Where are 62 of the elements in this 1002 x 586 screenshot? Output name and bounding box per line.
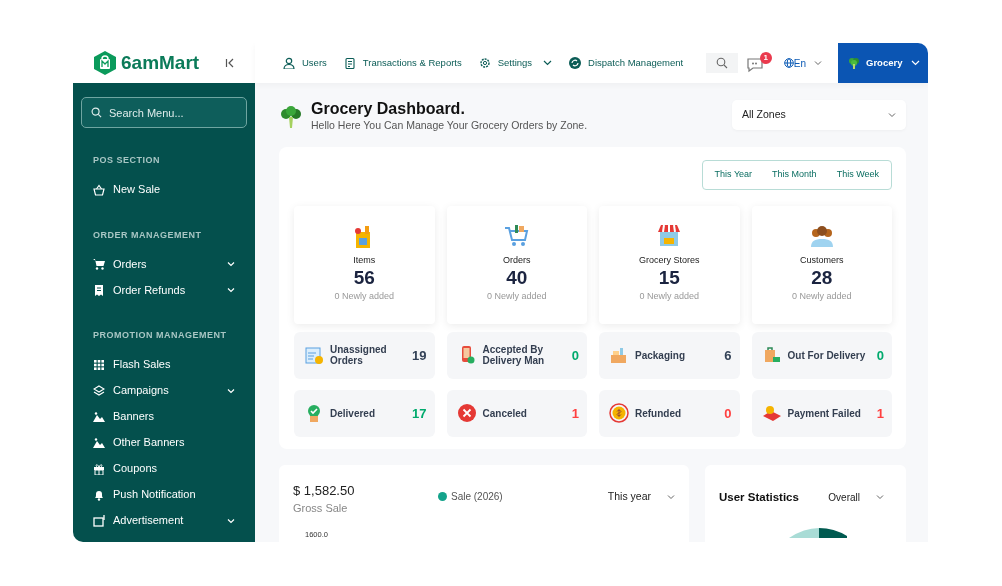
sidebar-item[interactable]: Campaigns [81,377,247,404]
status-count: 0 [571,346,579,365]
status-label: Canceled [482,407,528,420]
period-tab[interactable]: This Month [762,163,827,187]
notification-badge: 1 [759,52,772,64]
card-label: Items [353,253,376,267]
card-note: 0 Newly added [486,290,547,304]
period-select[interactable]: This year [607,488,675,505]
status-label: Unassigned Orders [330,343,388,367]
sidebar-item[interactable]: Coupons [81,455,247,482]
sidebar-item[interactable]: Other Banners [81,429,247,456]
nav-link[interactable]: Users [283,55,327,71]
status-label: Delivered [330,407,377,420]
card-note: 0 Newly added [639,290,699,304]
status-count: 17 [412,404,427,423]
status-count: 1 [876,404,884,423]
status-label: Accepted By Delivery Man [482,343,546,367]
sidebar-item[interactable]: New Sale [81,176,247,203]
card-note: 0 Newly added [791,290,852,304]
card-title: User Statistics [719,489,799,505]
status-count: 1 [571,404,579,423]
status-count: 0 [876,346,884,365]
nav-link[interactable]: Settings [478,55,553,71]
status-label: Refunded [635,407,683,420]
page-title: Grocery Dashboard. [311,100,466,118]
period-select[interactable]: Overall [828,489,884,505]
sale-amount: $ 1,582.50 [293,481,356,500]
card-label: Customers [800,253,844,267]
search-field[interactable]: Search Menu... [81,97,247,128]
language-selector[interactable]: En [783,55,822,71]
sidebar-item[interactable]: Flash Sales [81,351,247,378]
status-count: 6 [724,346,732,365]
legend-label: Sale (2026) [451,489,503,504]
sidebar-item[interactable]: Order Refunds [81,277,247,303]
status-label: Out For Delivery [787,349,867,362]
card-value: 56 [353,267,375,291]
status-count: 0 [724,404,732,423]
card-label: Orders [503,253,531,267]
card-value: 40 [506,267,528,291]
sidebar-item[interactable]: Banners [81,403,247,430]
sidebar-item[interactable]: Push Notification [81,481,247,508]
sale-caption: Gross Sale [293,501,349,517]
brand-name: 6amMart [121,50,200,75]
section-heading: PROMOTION MANAGEMENT [92,329,228,342]
section-heading: ORDER MANAGEMENT [92,228,203,242]
nav-link[interactable]: Dispatch Management [569,55,684,71]
nav-link[interactable]: Transactions & Reports [343,55,462,71]
module-button[interactable]: Grocery [838,43,928,83]
status-label: Packaging [635,349,687,362]
period-tab[interactable]: This Week [826,163,889,187]
section-heading: POS SECTION [92,154,161,167]
status-count: 19 [412,346,427,365]
sidebar-item[interactable]: Advertisement [81,507,247,534]
period-tab[interactable]: This Year [704,163,763,187]
status-label: Payment Failed [787,407,862,420]
page-subtitle: Hello Here You Can Manage Your Grocery Orders by Zone. [311,117,588,133]
card-value: 15 [658,267,680,291]
card-label: Grocery Stores [639,253,700,267]
sidebar-item[interactable]: Orders [81,251,247,277]
card-note: 0 Newly added [334,290,394,304]
zone-select[interactable]: All Zones [732,100,906,130]
card-value: 28 [811,267,833,291]
